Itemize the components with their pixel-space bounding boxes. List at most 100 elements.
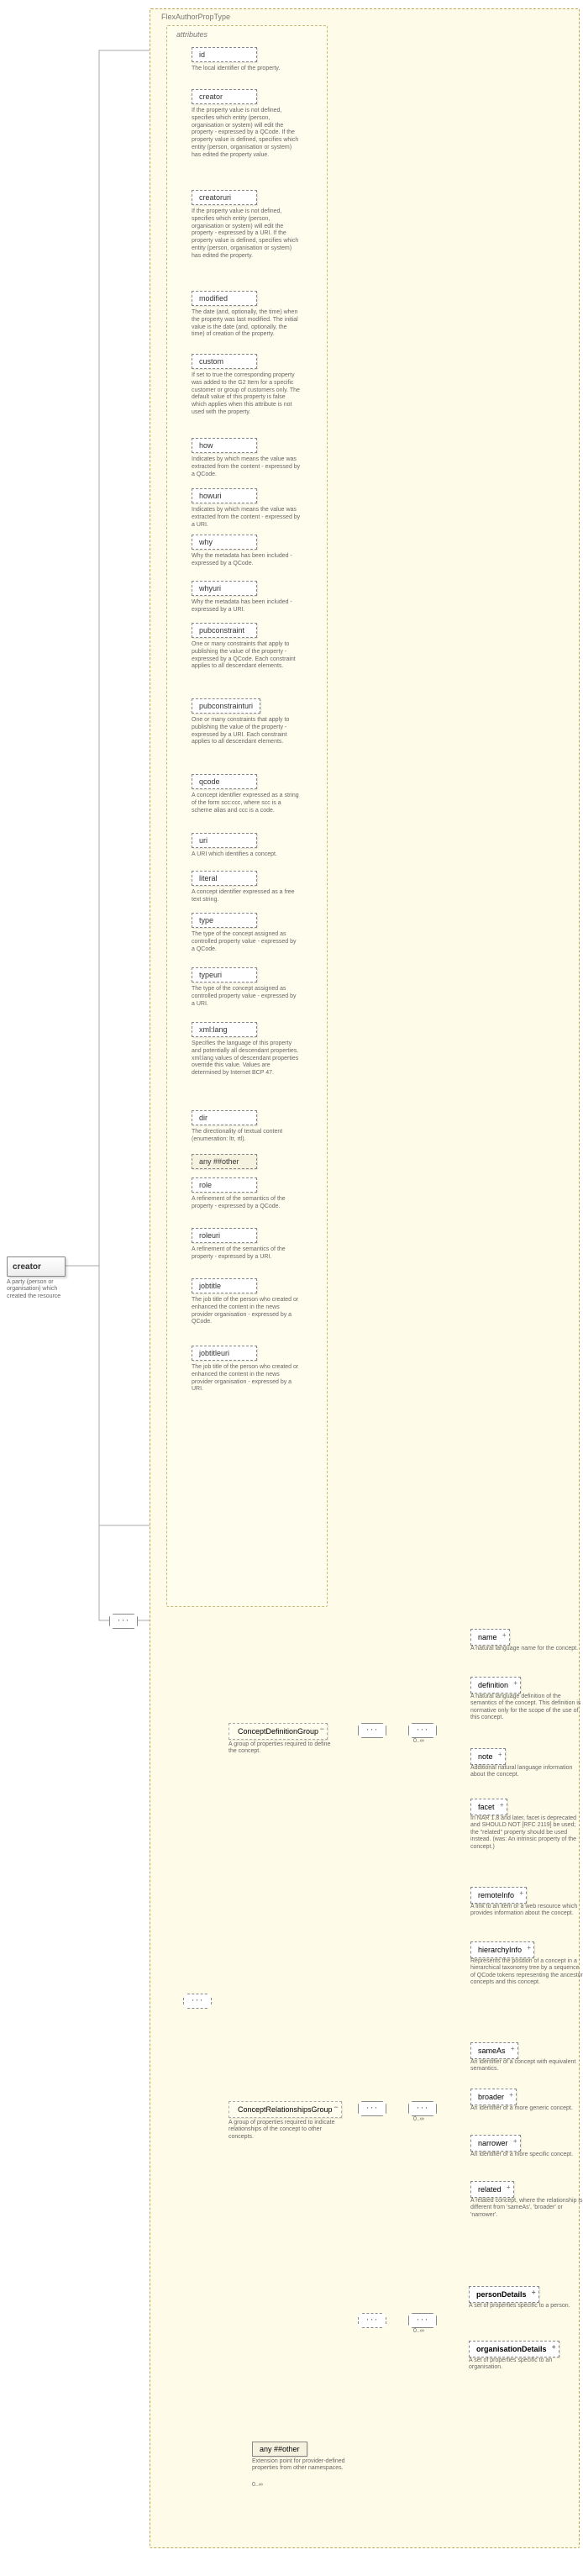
attr-name[interactable]: how [192,438,257,453]
element-desc: A natural language definition of the sem… [470,1694,583,1722]
attr-name[interactable]: modified [192,291,257,306]
element-desc: A related concept, where the relationshi… [470,2198,583,2219]
attr-desc: The directionality of textual content (e… [192,1129,301,1144]
element-organisationDetails[interactable]: organisationDetails [469,2341,559,2357]
sequence-groups[interactable] [183,1994,212,2009]
attr-desc: One or many constraints that apply to pu… [192,641,301,671]
choice-pd[interactable] [408,2313,437,2328]
sequence-cdg[interactable] [358,1723,386,1738]
attr-desc: Indicates by which means the value was e… [192,507,301,529]
attr-whyuri: whyuri Why the metadata has been included… [192,580,309,614]
attr-desc: If the property value is not defined, sp… [192,108,301,159]
attr-name[interactable]: why [192,535,257,550]
element-related[interactable]: related [470,2181,514,2198]
attr-desc: The type of the concept assigned as cont… [192,986,301,1008]
attr-desc: The date (and, optionally, the time) whe… [192,309,301,339]
any-other-element[interactable]: any ##other [252,2442,307,2457]
element-desc: Represents the position of a concept in … [470,1958,583,1987]
attr-name[interactable]: literal [192,871,257,886]
attr-creator: creator If the property value is not defi… [192,88,309,159]
group-concept-relationships-desc: A group of properties required to indica… [228,2120,346,2141]
element-note[interactable]: note [470,1748,506,1765]
attr-name[interactable]: howuri [192,488,257,503]
group-concept-definition[interactable]: ConceptDefinitionGroup [228,1723,328,1740]
element-remoteInfo[interactable]: remoteInfo [470,1887,527,1904]
attr-name[interactable]: any ##other [192,1154,257,1169]
element-personDetails[interactable]: personDetails [469,2286,539,2303]
occurrence-pd: 0..∞ [413,2328,424,2334]
group-concept-definition-desc: A group of properties required to define… [228,1741,338,1756]
attr-desc: A concept identifier expressed as a stri… [192,793,301,814]
occurrence-cdg: 0..∞ [413,1738,424,1744]
attr-name[interactable]: qcode [192,774,257,789]
attr-desc: The local identifier of the property. [192,66,301,73]
attr-desc: Why the metadata has been included - exp… [192,599,301,614]
element-definition[interactable]: definition [470,1677,521,1694]
attr-name[interactable]: dir [192,1110,257,1125]
attr-desc: If set to true the corresponding propert… [192,372,301,417]
attr-desc: The job title of the person who created … [192,1364,301,1393]
element-desc: An identifier of a more specific concept… [470,2152,573,2158]
element-narrower[interactable]: narrower [470,2135,521,2152]
element-broader[interactable]: broader [470,2089,517,2105]
attr-name[interactable]: id [192,47,257,62]
attr-name[interactable]: pubconstraint [192,623,257,638]
choice-cdg[interactable] [408,1723,437,1738]
root-element-desc: A party (person or organisation) which c… [7,1279,67,1300]
choice-crg[interactable] [408,2101,437,2116]
attr-desc: A URI which identifies a concept. [192,851,301,859]
attr-jobtitle: jobtitle The job title of the person who … [192,1277,309,1326]
attr-name[interactable]: jobtitle [192,1278,257,1293]
group-label: ConceptDefinitionGroup [238,1727,318,1736]
sequence-main[interactable] [109,1614,138,1629]
attr-name[interactable]: uri [192,833,257,848]
occurrence-any: 0..∞ [252,2482,263,2488]
attr-desc: The job title of the person who created … [192,1297,301,1326]
element-hierarchyInfo[interactable]: hierarchyInfo [470,1941,534,1958]
attr-roleuri: roleuriA refinement of the semantics of … [192,1227,309,1262]
sequence-crg[interactable] [358,2101,386,2116]
attr-any---other: any ##other [192,1153,309,1169]
element-desc: A natural language name for the concept. [470,1646,578,1652]
element-desc: Additional natural language information … [470,1765,583,1779]
root-element-name: creator [13,1262,41,1272]
element-sameAs[interactable]: sameAs [470,2042,518,2059]
attr-jobtitleuri: jobtitleuri The job title of the person w… [192,1345,309,1393]
attr-name[interactable]: type [192,913,257,928]
element-desc: A link to an item or a web resource whic… [470,1904,583,1918]
attr-desc: Indicates by which means the value was e… [192,456,301,478]
element-desc: An identifier of a more generic concept. [470,2105,573,2112]
element-name[interactable]: name [470,1629,510,1646]
attr-how: how Indicates by which means the value wa… [192,437,309,478]
element-desc: A set of properties specific to an organ… [469,2357,583,2372]
attr-desc: If the property value is not defined, sp… [192,208,301,260]
attr-why: whyWhy the metadata has been included - … [192,534,309,568]
sequence-pd[interactable] [358,2313,386,2328]
any-label: any ##other [260,2445,300,2453]
attr-pubconstraint: pubconstraint One or many constraints tha… [192,622,309,671]
attr-name[interactable]: jobtitleuri [192,1346,257,1361]
occurrence-crg: 0..∞ [413,2116,424,2122]
attr-custom: custom If set to true the corresponding p… [192,353,309,417]
attr-desc: A concept identifier expressed as a free… [192,889,301,904]
attr-literal: literal A concept identifier expressed as… [192,870,309,904]
attr-name[interactable]: custom [192,354,257,369]
attr-name[interactable]: role [192,1177,257,1193]
attr-name[interactable]: xml:lang [192,1022,257,1037]
attr-name[interactable]: typeuri [192,967,257,982]
attr-name[interactable]: pubconstrainturi [192,698,260,714]
attr-xml-lang: xml:lang Specifies the language of this p… [192,1021,309,1077]
attr-howuri: howuri Indicates by which means the value… [192,487,309,529]
root-element[interactable]: creator [7,1256,66,1277]
attr-desc: A refinement of the semantics of the pro… [192,1196,301,1211]
element-desc: A set of properties specific to a person… [469,2303,570,2310]
element-facet[interactable]: facet [470,1799,507,1815]
attr-name[interactable]: creator [192,89,257,104]
attr-desc: Specifies the language of this property … [192,1040,301,1077]
attr-name[interactable]: whyuri [192,581,257,596]
attr-qcode: qcode A concept identifier expressed as a… [192,773,309,814]
attr-name[interactable]: creatoruri [192,190,257,205]
group-concept-relationships[interactable]: ConceptRelationshipsGroup [228,2101,342,2118]
attr-name[interactable]: roleuri [192,1228,257,1243]
group-label: ConceptRelationshipsGroup [238,2105,333,2114]
